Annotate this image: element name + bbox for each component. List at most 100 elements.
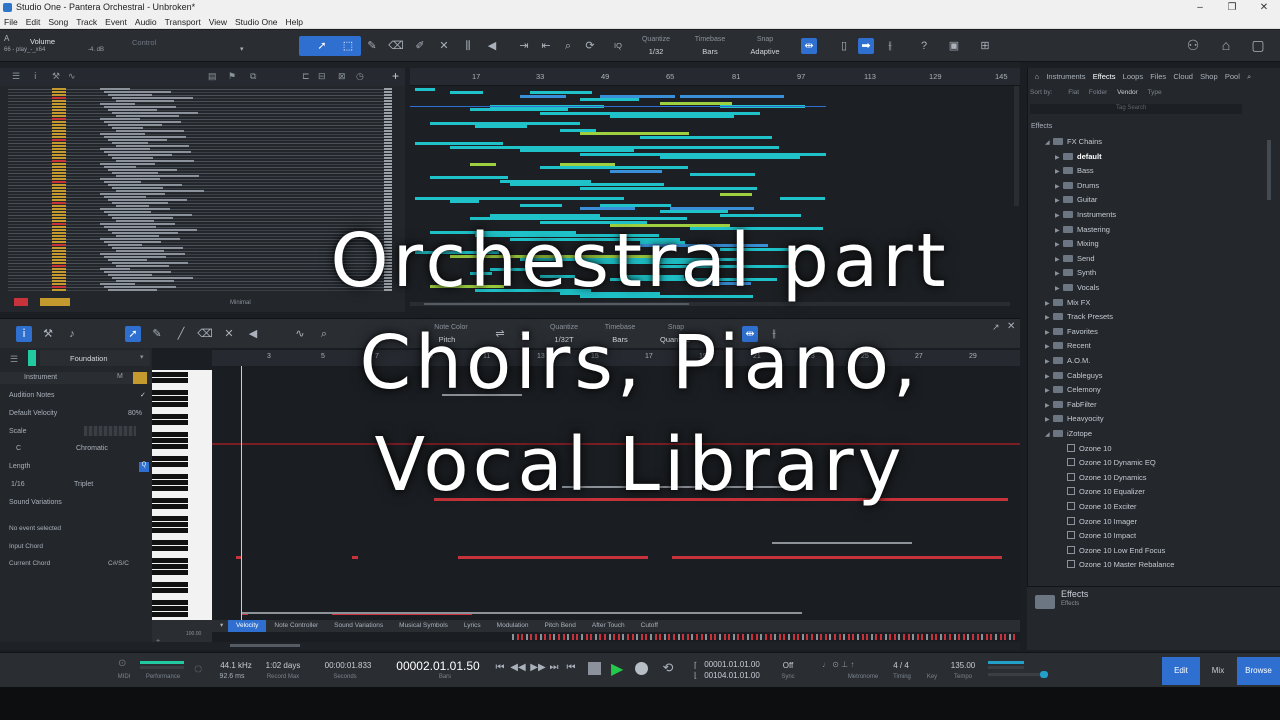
velocity-bar[interactable] [636, 634, 639, 640]
stop-button[interactable] [588, 662, 601, 675]
velocity-bar[interactable] [903, 634, 905, 640]
loop-end[interactable]: 00104.01.01.00 [700, 671, 764, 680]
velocity-lane[interactable] [212, 632, 1020, 642]
arrange-clip[interactable] [520, 203, 562, 207]
browser-plugin-item[interactable]: Ozone 10 Dynamics [1059, 472, 1147, 482]
pencil-tool-icon[interactable]: ✎ [364, 38, 380, 54]
bars-value[interactable]: 00002.01.01.50 [388, 659, 488, 673]
instrument-dropdown-icon[interactable]: ▾ [140, 353, 144, 361]
velocity-bar[interactable] [663, 634, 666, 640]
velocity-bar[interactable] [719, 634, 721, 640]
velocity-bar[interactable] [705, 634, 708, 640]
velocity-bar[interactable] [907, 634, 910, 640]
velocity-bar[interactable] [783, 634, 786, 640]
ripple-edit-icon[interactable]: ⟳ [582, 38, 598, 54]
sync-value[interactable]: Off [778, 661, 798, 670]
piano-black-key[interactable] [152, 528, 188, 533]
editor-arrow-tool-icon[interactable]: ➚ [125, 326, 141, 342]
audition-notes-check-icon[interactable]: ✓ [140, 391, 146, 399]
editor-eraser-icon[interactable]: ⌫ [197, 326, 213, 342]
piano-black-key[interactable] [152, 522, 188, 527]
expand-arrow-icon[interactable]: ▶ [1045, 416, 1053, 423]
time-signature[interactable]: 4 / 4 [888, 661, 914, 670]
arrange-clip[interactable] [415, 196, 571, 200]
mix-view-button[interactable]: Mix [1204, 666, 1232, 675]
velocity-bar[interactable] [875, 634, 878, 640]
arrange-clip[interactable] [750, 156, 779, 159]
video-icon[interactable]: ▣ [946, 38, 962, 54]
click-icon[interactable]: ♩ ⊙ ⊥ ↑ [822, 660, 854, 669]
velocity-bar[interactable] [916, 634, 919, 640]
tab-files[interactable]: Files [1147, 68, 1170, 86]
add-track-icon[interactable]: + [392, 69, 399, 83]
editor-snap-value[interactable]: Quantize [652, 335, 698, 344]
browser-root-item[interactable]: ▶ Track Presets [1045, 312, 1113, 321]
control-dropdown-icon[interactable]: ▾ [240, 45, 244, 53]
arrange-scrollbar[interactable] [410, 302, 1010, 306]
lane-menu-icon[interactable]: ▾ [212, 620, 228, 632]
paint-tool-icon[interactable]: ✐ [412, 38, 428, 54]
expand-arrow-icon[interactable]: ▶ [1055, 285, 1063, 292]
velocity-bar[interactable] [866, 634, 869, 640]
master-volume-slider[interactable] [988, 673, 1048, 676]
piano-black-key[interactable] [152, 606, 188, 611]
arrange-clip[interactable] [580, 295, 722, 299]
document-icon[interactable]: ▢ [1250, 37, 1266, 53]
lane-sound-variations[interactable]: Sound Variations [326, 620, 391, 632]
menu-audio[interactable]: Audio [131, 15, 161, 28]
velocity-bar[interactable] [516, 634, 519, 640]
snap-to-right-icon[interactable]: ⇤ [538, 38, 554, 54]
midi-note[interactable] [672, 556, 1002, 559]
playhead[interactable] [241, 366, 242, 620]
home-icon[interactable]: ⌂ [1218, 37, 1234, 53]
piano-black-key[interactable] [152, 558, 188, 563]
piano-black-key[interactable] [152, 480, 188, 485]
piano-black-key[interactable] [152, 600, 188, 605]
velocity-bar[interactable] [778, 634, 781, 640]
expand-arrow-icon[interactable]: ▶ [1055, 183, 1063, 190]
browser-vendor-item[interactable]: ▶ Cableguys [1045, 371, 1102, 380]
velocity-bar[interactable] [811, 634, 813, 640]
split-tool-icon[interactable]: ⫼ [460, 38, 476, 54]
piano-black-key[interactable] [152, 432, 188, 437]
piano-black-key[interactable] [152, 498, 188, 503]
velocity-bar[interactable] [820, 634, 823, 640]
arrange-clip[interactable] [660, 186, 695, 190]
editor-close-icon[interactable]: ✕ [1007, 321, 1015, 332]
velocity-bar[interactable] [640, 634, 643, 640]
scale-key-value[interactable]: C [16, 445, 21, 452]
velocity-bar[interactable] [1008, 634, 1011, 640]
menu-song[interactable]: Song [44, 15, 72, 28]
close-button[interactable]: ✕ [1248, 0, 1280, 15]
editor-aq-icon[interactable]: ≈ [516, 326, 532, 342]
browser-fx-item[interactable]: ▶ Mixing [1055, 239, 1099, 248]
lane-cutoff[interactable]: Cutoff [633, 620, 666, 632]
expand-arrow-icon[interactable]: ▶ [1055, 154, 1063, 161]
maximize-button[interactable]: ❐ [1216, 0, 1248, 15]
zoom-icon[interactable]: ⌕ [560, 38, 576, 54]
midi-note[interactable] [434, 498, 1008, 501]
velocity-bar[interactable] [926, 634, 928, 640]
arrange-clip[interactable] [580, 186, 726, 190]
length-quantize-link-icon[interactable]: Q [139, 462, 149, 472]
velocity-bar[interactable] [576, 634, 579, 640]
velocity-bar[interactable] [824, 634, 827, 640]
velocity-bar[interactable] [723, 634, 726, 640]
browse-view-button[interactable]: Browse [1237, 657, 1280, 685]
velocity-bar[interactable] [944, 634, 947, 640]
track-height-preset[interactable]: Minimal [230, 300, 251, 306]
piano-black-key[interactable] [152, 390, 188, 395]
expand-arrow-icon[interactable]: ▶ [1055, 241, 1063, 248]
expand-arrow-icon[interactable]: ▶ [1055, 212, 1063, 219]
velocity-bar[interactable] [884, 634, 887, 640]
master-volume-knob[interactable] [1040, 671, 1048, 678]
browser-vendor-item[interactable]: ◢ iZotope [1045, 429, 1092, 438]
arrange-clip[interactable] [430, 176, 508, 180]
velocity-bar[interactable] [880, 634, 882, 640]
velocity-bar[interactable] [746, 634, 749, 640]
chord-track-icon[interactable]: ⊠ [338, 71, 346, 82]
fast-forward-icon[interactable]: ▶▶ [530, 660, 546, 676]
arrange-view-icon[interactable]: ▤ [208, 71, 217, 82]
browser-fx-item[interactable]: ▶ Guitar [1055, 195, 1097, 204]
velocity-bar[interactable] [604, 634, 606, 640]
